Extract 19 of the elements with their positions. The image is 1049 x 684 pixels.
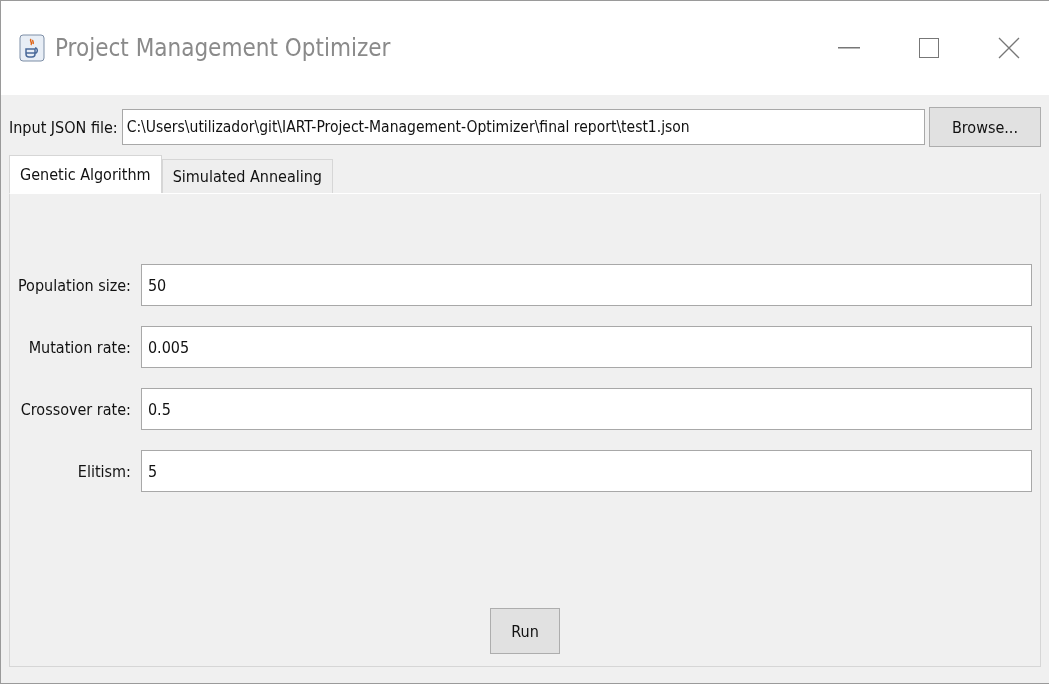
close-icon [998,37,1020,59]
maximize-icon [919,38,939,58]
input-field[interactable]: 5 [140,450,1032,492]
window-title: Project Management Optimizer [55,34,392,62]
run-button[interactable]: Run [490,608,560,654]
field-label: Elitism: [76,461,131,481]
browse-button[interactable]: Browse... [928,107,1041,147]
input-file-label: Input JSON file: [9,117,118,137]
field-label: Population size: [18,275,131,295]
minimize-icon [838,47,860,49]
java-cup-icon [19,34,45,62]
file-path-field[interactable]: C:\Users\utilizador\git\IART-Project-Management-Optimizer\final report\test1.json [121,109,925,145]
input-field[interactable]: 0.005 [140,326,1032,368]
tab[interactable]: Genetic Algorithm [9,155,162,193]
field-label: Mutation rate: [27,337,131,357]
input-field[interactable]: 50 [140,264,1032,306]
input-field[interactable]: 0.5 [140,388,1032,430]
field-label: Crossover rate: [19,399,131,419]
tab[interactable]: Simulated Annealing [161,159,333,193]
